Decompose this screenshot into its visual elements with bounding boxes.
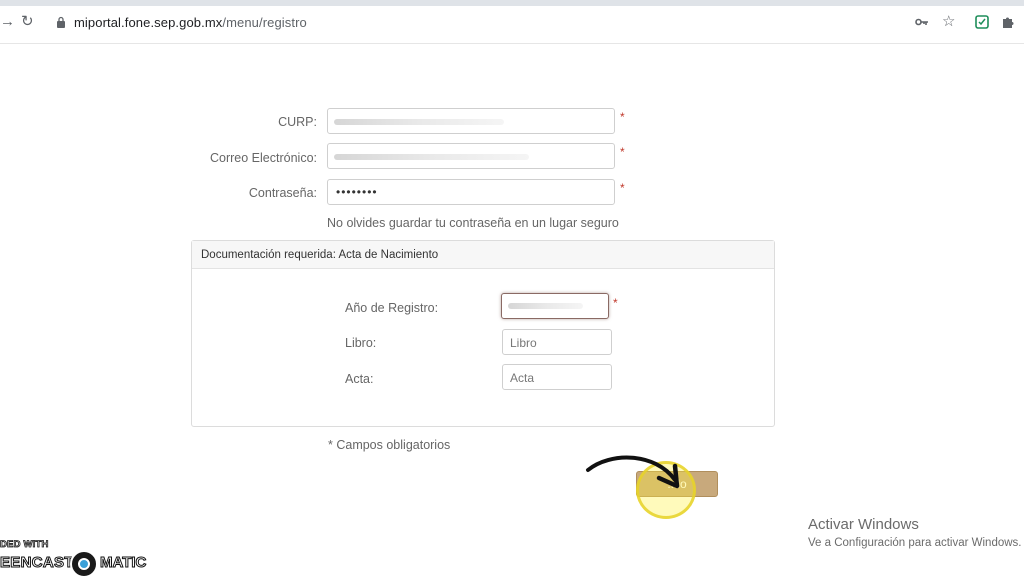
password-input[interactable]: •••••••• (327, 179, 615, 205)
curp-required-mark: * (620, 110, 625, 124)
tab-strip (0, 0, 1024, 6)
libro-input[interactable]: Libro (502, 329, 612, 355)
year-required-mark: * (613, 296, 618, 310)
documentation-panel: Documentación requerida: Acta de Nacimie… (191, 240, 775, 427)
watermark-line2a: EENCAST (0, 554, 74, 572)
acta-input[interactable]: Acta (502, 364, 612, 390)
address-bar[interactable]: miportal.fone.sep.gob.mx/menu/registro (74, 15, 307, 30)
watermark-line2b: MATIC (99, 554, 147, 572)
email-required-mark: * (620, 145, 625, 159)
browser-toolbar: → ↻ miportal.fone.sep.gob.mx/menu/regist… (0, 0, 1024, 44)
acta-label: Acta: (345, 372, 374, 386)
activate-windows-title: Activar Windows (808, 516, 919, 533)
reload-icon[interactable]: ↻ (21, 13, 34, 31)
year-label: Año de Registro: (345, 301, 439, 315)
watermark-line1: DED WITH (0, 539, 49, 551)
password-hint: No olvides guardar tu contraseña en un l… (327, 216, 619, 230)
year-input[interactable] (501, 293, 609, 319)
libro-label: Libro: (345, 336, 377, 350)
documentation-title: Documentación requerida: Acta de Nacimie… (201, 249, 439, 261)
email-label: Correo Electrónico: (210, 151, 317, 165)
curp-value-blurred (334, 119, 504, 125)
curved-arrow-icon (586, 455, 680, 489)
star-icon[interactable]: ☆ (942, 13, 955, 31)
required-fields-note: * Campos obligatorios (328, 438, 451, 452)
libro-placeholder: Libro (510, 336, 537, 350)
url-path: /menu/registro (222, 15, 307, 30)
curp-input[interactable] (327, 108, 615, 134)
email-input[interactable] (327, 143, 615, 169)
email-value-blurred (334, 154, 529, 160)
password-value: •••••••• (336, 185, 378, 199)
url-domain: miportal.fone.sep.gob.mx (74, 15, 223, 30)
password-label: Contraseña: (248, 186, 317, 200)
documentation-panel-header: Documentación requerida: Acta de Nacimie… (192, 241, 774, 269)
screencast-logo-icon (70, 550, 98, 576)
activate-windows-subtitle: Ve a Configuración para activar Windows. (808, 537, 1022, 549)
extension-icon[interactable] (975, 15, 989, 29)
key-icon[interactable] (915, 17, 929, 27)
acta-placeholder: Acta (510, 371, 535, 385)
lock-icon[interactable] (56, 16, 66, 28)
password-required-mark: * (620, 181, 625, 195)
back-arrow-icon[interactable]: → (0, 13, 15, 31)
puzzle-icon[interactable] (1001, 15, 1015, 29)
curp-label: CURP: (278, 115, 317, 129)
year-value-blurred (508, 303, 583, 309)
